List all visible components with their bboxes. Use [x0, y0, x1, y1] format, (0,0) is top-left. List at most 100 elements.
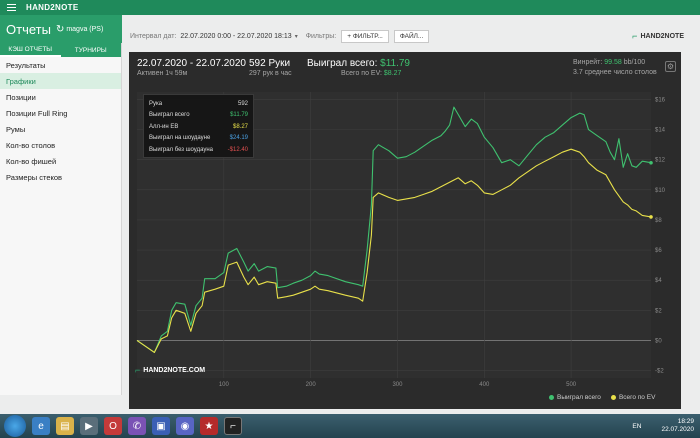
y-tick-label: $0 [655, 338, 662, 344]
summary-stats: 22.07.2020 - 22.07.2020 Активен 1ч 59м 5… [129, 52, 681, 86]
legend-item-ev[interactable]: Всего по EV [610, 394, 655, 401]
legend-dot [610, 395, 616, 400]
sidebar-item-graphs[interactable]: Графики [0, 73, 121, 89]
series-end-point [649, 160, 653, 165]
y-tick-label: $4 [655, 278, 662, 284]
reports-header: Отчеты ↻ magva (PS) [0, 15, 122, 43]
hand2note-taskbar-icon[interactable]: ⌐ [224, 417, 242, 435]
save-icon[interactable]: ▣ [152, 417, 170, 435]
sidebar-item-table-count[interactable]: Кол-во столов [0, 137, 121, 153]
y-tick-label: $8 [655, 218, 662, 224]
y-tick-label: $10 [655, 188, 666, 194]
folder-icon[interactable]: ▤ [56, 417, 74, 435]
clock-time: 18:29 [677, 418, 694, 425]
summary-ev: Всего по EV: $8.27 [341, 70, 401, 77]
summary-date-range: 22.07.2020 - 22.07.2020 [137, 58, 246, 69]
tab-tournaments[interactable]: ТУРНИРЫ [61, 43, 122, 57]
interval-label: Интервал дат: [130, 32, 177, 40]
legend-item-won[interactable]: Выиграл всего [549, 394, 601, 401]
refresh-icon[interactable]: ↻ [56, 24, 64, 35]
tooltip-value: $8.27 [232, 123, 248, 130]
page-title: Отчеты [6, 21, 51, 37]
chart-legend: Выиграл всего Всего по EV [549, 394, 665, 401]
summary-won: Выиграл всего: $11.79 [307, 58, 410, 69]
tooltip-label: Рука [149, 100, 163, 107]
x-tick-label: 100 [219, 382, 230, 388]
gear-icon[interactable]: ⚙ [665, 61, 676, 72]
chart-tooltip: Рука 592 Выиграл всего $11.79 Алл-ин EB $8.… [143, 94, 254, 158]
x-tick-label: 300 [392, 382, 403, 388]
graph-panel: $16 $14 $12 $10 $8 $6 $4 $2 $0 -$2 100 200 300 400 500… [129, 52, 681, 409]
tooltip-row: Выиграл на шоудауне $24.19 [149, 133, 248, 145]
tooltip-row: Выиграл без шоудауна -$12.40 [149, 144, 248, 156]
file-button[interactable]: ФАЙЛ... [393, 29, 430, 43]
filter-toolbar: Интервал дат: 22.07.2020 0:00 - 22.07.20… [122, 27, 700, 45]
tooltip-value: 592 [237, 100, 248, 107]
media-icon[interactable]: ▶ [80, 417, 98, 435]
tooltip-label: Выиграл всего [149, 112, 190, 119]
y-tick-label: $6 [655, 248, 662, 254]
app-titlebar: HAND2NOTE [0, 0, 700, 15]
sidebar-item-chip-count[interactable]: Кол-во фишей [0, 153, 121, 169]
summary-hands: 592 Руки [249, 58, 291, 69]
filters-label: Фильтры: [305, 32, 337, 40]
sidebar-item-results[interactable]: Результаты [0, 57, 121, 73]
logo-text: HAND2NOTE [640, 32, 684, 40]
hamburger-menu-icon[interactable] [0, 0, 22, 15]
h2n-watermark-icon: ⌐ [135, 365, 141, 375]
summary-winrate: Винрейт: 99.58 bb/100 [573, 59, 645, 66]
tooltip-row: Алл-ин EB $8.27 [149, 121, 248, 133]
tab-cash-reports[interactable]: КЭШ ОТЧЕТЫ [0, 43, 61, 57]
report-tabs: КЭШ ОТЧЕТЫ ТУРНИРЫ [0, 43, 121, 57]
discord-icon[interactable]: ◉ [176, 417, 194, 435]
summary-avg-tables: 3.7 среднее число столов [573, 69, 657, 76]
viber-icon[interactable]: ✆ [128, 417, 146, 435]
sidebar-item-positions[interactable]: Позиции [0, 89, 121, 105]
date-interval-selector[interactable]: 22.07.2020 0:00 - 22.07.2020 18:13 [180, 33, 291, 40]
system-tray: EN 18:29 22.07.2020 [632, 418, 694, 434]
opera-icon[interactable]: O [104, 417, 122, 435]
summary-active-time: Активен 1ч 59м [137, 70, 188, 77]
filter-button[interactable]: + ФИЛЬТР... [341, 29, 389, 43]
clock[interactable]: 18:29 22.07.2020 [661, 418, 694, 434]
ev-value: $8.27 [383, 70, 402, 77]
tooltip-label: Алл-ин EB [149, 123, 179, 130]
tooltip-row: Рука 592 [149, 98, 248, 110]
winrate-unit: bb/100 [623, 59, 646, 66]
y-tick-label: $14 [655, 128, 666, 134]
player-selector[interactable]: magva (PS) [66, 26, 103, 33]
tooltip-label: Выиграл без шоудауна [149, 146, 213, 153]
ev-label: Всего по EV: [341, 70, 382, 77]
pokerstars-icon[interactable]: ★ [200, 417, 218, 435]
h2n-logo-icon: ⌐ [632, 31, 638, 41]
won-label: Выиграл всего: [307, 58, 378, 69]
winrate-label: Винрейт: [573, 59, 603, 66]
summary-hands-rate: 297 рук в час [249, 70, 292, 77]
ie-icon[interactable]: e [32, 417, 50, 435]
winrate-value: 99.58 [604, 59, 622, 66]
chevron-down-icon[interactable]: ▾ [295, 33, 298, 40]
y-tick-label: -$2 [655, 368, 664, 374]
filter-button-label: ФИЛЬТР... [352, 32, 383, 40]
y-tick-label: $16 [655, 98, 666, 104]
tooltip-value: $11.79 [230, 112, 248, 119]
windows-taskbar: e ▤ ▶ O ✆ ▣ ◉ ★ ⌐ EN 18:29 22.07.2020 [0, 414, 700, 438]
won-value: $11.79 [380, 58, 410, 69]
x-tick-label: 200 [306, 382, 317, 388]
tooltip-value: $24.19 [229, 135, 248, 142]
tooltip-label: Выиграл на шоудауне [149, 135, 211, 142]
sidebar-item-stack-sizes[interactable]: Размеры стеков [0, 169, 121, 185]
hand2note-logo: ⌐ HAND2NOTE [632, 31, 684, 41]
watermark-text: HAND2NOTE.COM [143, 366, 206, 374]
x-tick-label: 500 [566, 382, 577, 388]
legend-label: Выиграл всего [557, 394, 601, 401]
y-tick-label: $12 [655, 158, 666, 164]
y-tick-label: $2 [655, 308, 662, 314]
sidebar-item-rooms[interactable]: Румы [0, 121, 121, 137]
sidebar-item-positions-full-ring[interactable]: Позиции Full Ring [0, 105, 121, 121]
start-button[interactable] [4, 415, 26, 437]
language-indicator[interactable]: EN [632, 423, 641, 430]
app-name: HAND2NOTE [26, 3, 79, 12]
sidebar: КЭШ ОТЧЕТЫ ТУРНИРЫ Результаты Графики По… [0, 43, 122, 395]
clock-date: 22.07.2020 [661, 426, 694, 433]
